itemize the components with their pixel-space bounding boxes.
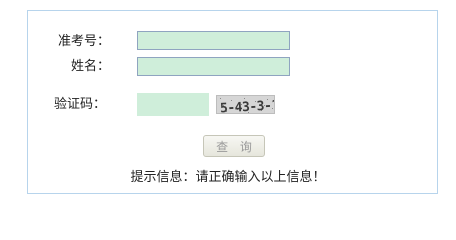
- captcha-image[interactable]: 5-43-3-?: [216, 95, 275, 114]
- exam-no-label: 准考号：: [57, 34, 110, 49]
- query-button[interactable]: 查 询: [203, 135, 265, 157]
- captcha-noise-icon: 5-43-3-?: [217, 96, 275, 114]
- captcha-label: 验证码：: [53, 97, 106, 112]
- name-label: 姓名：: [70, 59, 110, 74]
- name-input[interactable]: [137, 57, 290, 76]
- captcha-input[interactable]: [137, 93, 209, 116]
- captcha-text: 5-43-3-?: [220, 98, 275, 114]
- hint-message: 提示信息：请正确输入以上信息！: [130, 170, 326, 185]
- exam-no-input[interactable]: [137, 31, 290, 50]
